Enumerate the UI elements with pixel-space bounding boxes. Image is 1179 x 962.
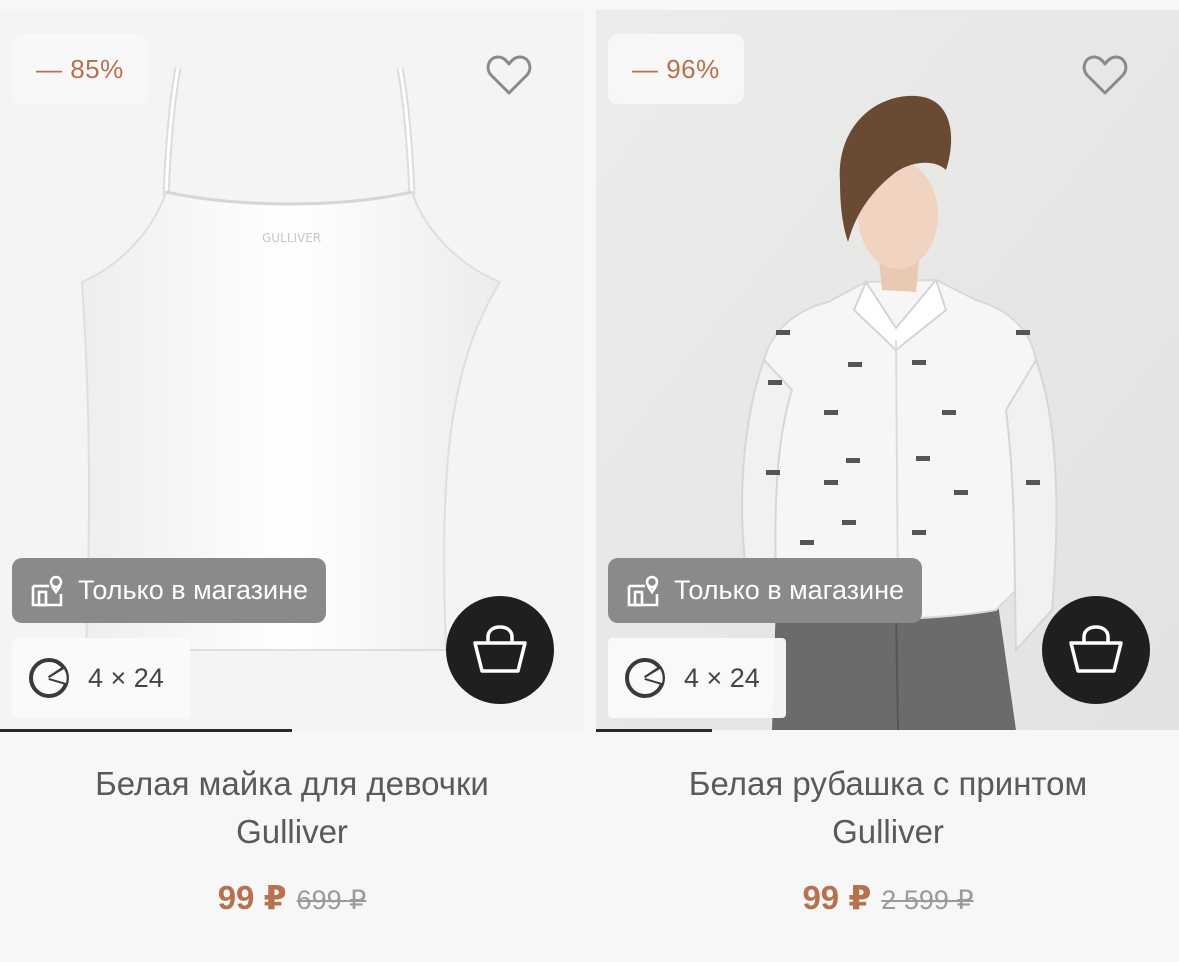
- store-only-badge: Только в магазине: [12, 558, 327, 623]
- installment-badge: 4 × 24: [608, 638, 786, 718]
- product-title-line: Белая майка для девочки: [95, 765, 489, 802]
- product-brand: Gulliver: [236, 813, 348, 850]
- product-image[interactable]: — 96% Только в магазине 4 × 24: [596, 10, 1179, 730]
- add-to-cart-button[interactable]: [446, 596, 554, 704]
- old-price: 2 599 ₽: [881, 885, 974, 915]
- add-to-cart-button[interactable]: [1042, 596, 1150, 704]
- price-block: 99 ₽ 2 599 ₽: [596, 878, 1179, 917]
- installment-badge: 4 × 24: [12, 638, 190, 718]
- price-block: 99 ₽ 699 ₽: [0, 878, 584, 917]
- old-price: 699 ₽: [296, 885, 367, 915]
- shopping-basket-icon: [473, 625, 527, 673]
- store-only-badge: Только в магазине: [608, 558, 923, 623]
- current-price: 99 ₽: [217, 879, 287, 916]
- image-carousel-progress: [596, 729, 712, 732]
- product-title[interactable]: Белая майка для девочки Gulliver: [20, 760, 564, 856]
- installment-label: 4 × 24: [88, 662, 164, 693]
- store-pin-icon: [627, 575, 659, 606]
- product-card[interactable]: — 96% Только в магазине 4 × 24 Белая руб…: [596, 0, 1179, 962]
- product-brand: Gulliver: [832, 813, 944, 850]
- store-only-label: Только в магазине: [674, 575, 905, 605]
- image-carousel-progress: [0, 729, 292, 732]
- heart-outline-icon: [1082, 55, 1128, 95]
- installment-label: 4 × 24: [684, 662, 760, 693]
- favorite-button[interactable]: [486, 54, 532, 96]
- product-card[interactable]: GULLIVER — 85% Только в магазине 4 × 24 …: [0, 0, 584, 962]
- installment-pie-icon: [625, 658, 665, 698]
- discount-badge: — 96%: [608, 34, 744, 104]
- garment-logo: GULLIVER: [262, 231, 321, 245]
- product-title[interactable]: Белая рубашка с принтом Gulliver: [616, 760, 1160, 856]
- store-only-label: Только в магазине: [78, 575, 309, 605]
- product-image[interactable]: GULLIVER — 85% Только в магазине 4 × 24: [0, 10, 584, 730]
- installment-pie-icon: [29, 658, 69, 698]
- favorite-button[interactable]: [1082, 54, 1128, 96]
- heart-outline-icon: [486, 55, 532, 95]
- shopping-basket-icon: [1069, 625, 1123, 673]
- discount-badge: — 85%: [12, 34, 148, 104]
- current-price: 99 ₽: [802, 879, 872, 916]
- product-title-line: Белая рубашка с принтом: [688, 765, 1088, 802]
- store-pin-icon: [31, 575, 63, 606]
